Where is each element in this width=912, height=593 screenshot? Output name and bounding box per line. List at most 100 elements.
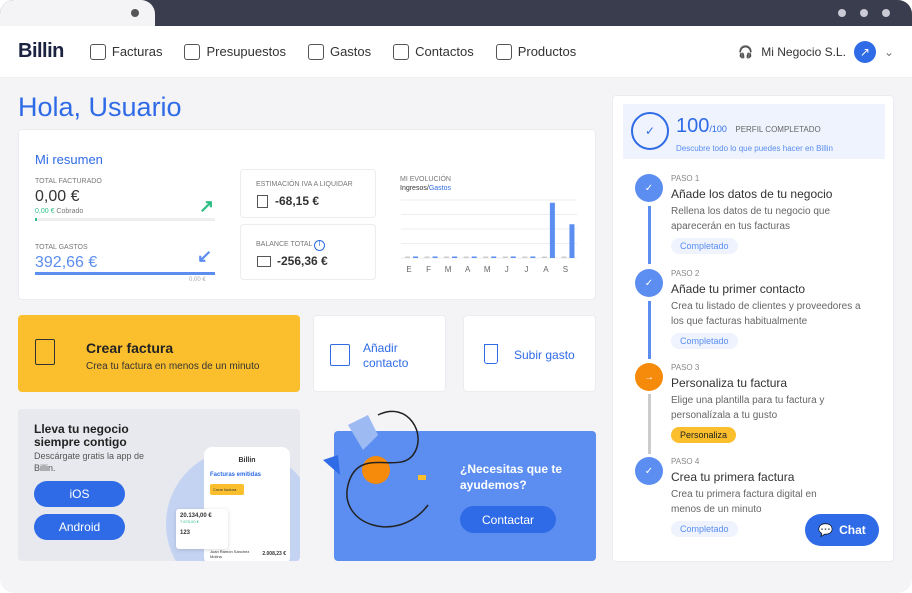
mock-stats-card: 20.134,00 € 7.675,00 € 123 <box>176 509 228 549</box>
crear-factura-button[interactable]: Crear factura Crea tu factura en menos d… <box>18 315 300 392</box>
bar-gastos <box>452 256 458 258</box>
x-tick-label: F <box>426 265 431 274</box>
mock-name: Juan Ramón Sánchez Molina <box>210 549 250 559</box>
nav-presupuestos[interactable]: Presupuestos <box>184 43 286 60</box>
mock-count: 123 <box>180 530 191 536</box>
info-icon[interactable]: i <box>314 240 326 251</box>
legend-gastos: Gastos <box>428 185 451 192</box>
promo-title: Lleva tu negocio siempre contigo <box>34 422 129 449</box>
nav-label: Gastos <box>329 44 372 59</box>
app-promo: Lleva tu negocio siempre contigo Descárg… <box>18 409 300 561</box>
arrow-icon: ↗ <box>853 40 876 63</box>
step-badge: Completado <box>671 333 738 349</box>
upload-expense-button[interactable]: Subir gasto <box>463 315 596 392</box>
bar-ingresos <box>444 256 450 258</box>
x-tick-label: M <box>445 265 452 274</box>
box-icon <box>495 43 512 60</box>
bar-ingresos <box>522 256 528 258</box>
bar-gastos <box>549 202 555 258</box>
step-title: Añade tu primer contacto <box>671 282 806 296</box>
step-number: PASO 4 <box>671 457 700 466</box>
score-max: /100 <box>709 124 727 134</box>
invoice-icon <box>35 339 55 365</box>
balance-value: -256,36 € <box>277 254 328 268</box>
nav-label: Presupuestos <box>206 44 286 59</box>
x-tick-label: M <box>484 265 491 274</box>
summary-title: Mi resumen <box>35 152 103 167</box>
personaliza-button[interactable]: Personaliza <box>671 427 737 443</box>
score: 100 <box>676 115 710 137</box>
gastos-value: 392,66 € <box>35 254 98 271</box>
facturado-value: 0,00 € <box>35 188 80 205</box>
arrow-down-left-icon: ↙ <box>197 246 213 266</box>
step-title: Personaliza tu factura <box>671 376 788 390</box>
balance-label: BALANCE TOTAL i <box>256 240 326 251</box>
chat-button[interactable]: 💬 Chat <box>805 514 879 546</box>
headset-icon: 🎧 <box>738 44 754 59</box>
crear-title: Crear factura <box>86 340 174 356</box>
iva-card: ESTIMACIÓN IVA A LIQUIDAR -68,15 € <box>240 169 376 218</box>
bar-ingresos <box>502 256 508 258</box>
nav-productos[interactable]: Productos <box>495 43 576 60</box>
bar-gastos <box>491 256 497 258</box>
step-desc: Crea tu primera factura digital en menos… <box>671 489 817 515</box>
add-contact-button[interactable]: Añadir contacto <box>313 315 446 392</box>
evo-legend: Ingresos/Gastos <box>400 185 451 192</box>
iva-value: -68,15 € <box>275 194 320 208</box>
chat-icon: 💬 <box>818 523 834 537</box>
promo-sub: Descárgate gratis la app de Billin. <box>34 451 145 473</box>
bar-gastos <box>471 256 477 258</box>
nav-label: Contactos <box>415 44 474 59</box>
top-nav: Billin Facturas Presupuestos Gastos Cont… <box>0 26 912 78</box>
step-title: Añade los datos de tu negocio <box>671 187 833 201</box>
nav-gastos[interactable]: Gastos <box>307 43 372 60</box>
step-number: PASO 2 <box>671 269 700 278</box>
profile-panel: ✓ 100/100 PERFIL COMPLETADO Descubre tod… <box>612 95 894 562</box>
chat-label: Chat <box>839 523 866 537</box>
bar-gastos <box>510 256 516 258</box>
bar-ingresos <box>405 256 410 258</box>
gastos-label: TOTAL GASTOS <box>35 244 88 251</box>
gastos-progress <box>35 272 215 275</box>
mock-value: 2.008,23 € <box>262 551 286 557</box>
money-icon <box>257 256 271 267</box>
bar-gastos <box>432 256 438 258</box>
arrow-right-icon: → <box>635 363 663 391</box>
bar-ingresos <box>424 256 430 258</box>
evo-label: MI EVOLUCIÓN <box>400 176 451 183</box>
crear-sub: Crea tu factura en menos de un minuto <box>86 361 260 372</box>
arrow-up-right-icon: ↗ <box>199 196 215 216</box>
x-tick-label: J <box>524 265 528 274</box>
x-tick-label: E <box>406 265 411 274</box>
bar-gastos <box>569 224 575 258</box>
bar-ingresos <box>483 256 489 258</box>
step-3[interactable]: → PASO 3 Personaliza tu factura Elige una p… <box>635 363 875 443</box>
evolution-chart: EFMAMJJAS <box>401 199 577 274</box>
gastos-sub: 0,00 € <box>189 277 206 283</box>
step-2[interactable]: ✓ PASO 2 Añade tu primer contacto Crea tu l… <box>635 269 875 349</box>
step-1[interactable]: ✓ PASO 1 Añade los datos de tu negocio Rell… <box>635 174 875 254</box>
business-menu[interactable]: 🎧 Mi Negocio S.L. ↗ ⌄ <box>738 40 894 63</box>
logo[interactable]: Billin <box>18 40 64 63</box>
nav-contactos[interactable]: Contactos <box>393 43 474 60</box>
profile-link[interactable]: Descubre todo lo que puedes hacer en Bil… <box>676 144 833 153</box>
step-badge: Completado <box>671 238 738 254</box>
profile-header: ✓ 100/100 PERFIL COMPLETADO Descubre tod… <box>623 104 885 159</box>
x-tick-label: J <box>505 265 509 274</box>
nav-facturas[interactable]: Facturas <box>89 43 162 60</box>
legend-ingresos: Ingresos <box>400 185 427 192</box>
chevron-down-icon: ⌄ <box>883 44 894 59</box>
contactar-button[interactable]: Contactar <box>460 506 556 533</box>
android-button[interactable]: Android <box>34 514 125 540</box>
help-illustration <box>323 410 429 528</box>
gasto-label: Subir gasto <box>514 348 575 362</box>
check-circle-icon: ✓ <box>631 112 669 150</box>
cup-icon <box>484 344 498 364</box>
ios-button[interactable]: iOS <box>34 481 125 507</box>
check-icon: ✓ <box>635 269 663 297</box>
cup-icon <box>307 43 324 60</box>
check-icon: ✓ <box>635 457 663 485</box>
bar-gastos <box>413 256 418 258</box>
cobrado-progress <box>35 218 215 221</box>
contacts-icon <box>393 43 410 60</box>
